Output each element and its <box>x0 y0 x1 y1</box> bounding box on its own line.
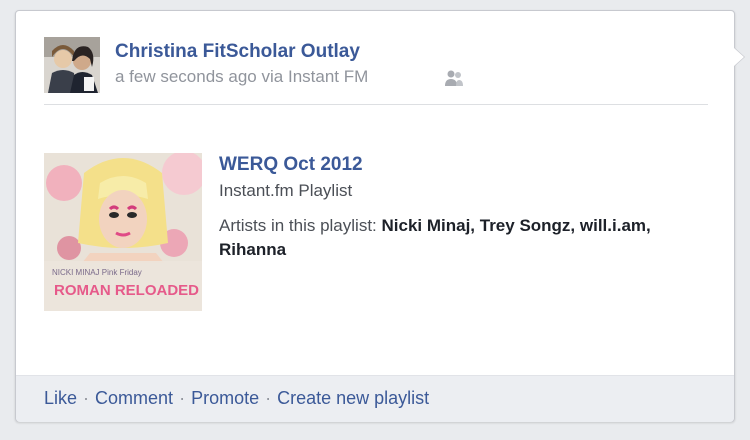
action-separator: · <box>83 388 90 408</box>
friends-icon[interactable] <box>444 69 464 87</box>
post-meta: a few seconds ago via Instant FM <box>115 67 368 87</box>
comment-link[interactable]: Comment <box>95 388 173 408</box>
author-name[interactable]: Christina FitScholar Outlay <box>115 41 360 63</box>
album-caption-text: NICKI MINAJ Pink Friday <box>52 268 142 277</box>
playlist-artists: Artists in this playlist: Nicki Minaj, T… <box>219 214 679 262</box>
artists-prefix: Artists in this playlist: <box>219 216 377 235</box>
header-divider <box>44 104 708 105</box>
album-art-image[interactable]: NICKI MINAJ Pink Friday ROMAN RELOADED <box>44 153 202 311</box>
promote-link[interactable]: Promote <box>191 388 259 408</box>
via-prefix: via <box>261 67 284 86</box>
playlist-subtitle: Instant.fm Playlist <box>219 181 353 200</box>
post-timestamp[interactable]: a few seconds ago <box>115 67 257 86</box>
action-separator: · <box>265 388 272 408</box>
action-separator: · <box>179 388 186 408</box>
via-app-link[interactable]: Instant FM <box>288 67 368 86</box>
action-links: Like · Comment · Promote · Create new playlist <box>44 388 429 409</box>
story-action-bar: Like · Comment · Promote · Create new playlist <box>16 375 734 422</box>
playlist-title-link[interactable]: WERQ Oct 2012 <box>219 154 363 176</box>
author-avatar[interactable] <box>44 37 100 93</box>
like-link[interactable]: Like <box>44 388 77 408</box>
album-title-text: ROMAN RELOADED <box>54 282 199 299</box>
create-playlist-link[interactable]: Create new playlist <box>277 388 429 408</box>
story-card: Christina FitScholar Outlay a few second… <box>15 10 735 422</box>
card-pointer <box>734 48 744 66</box>
